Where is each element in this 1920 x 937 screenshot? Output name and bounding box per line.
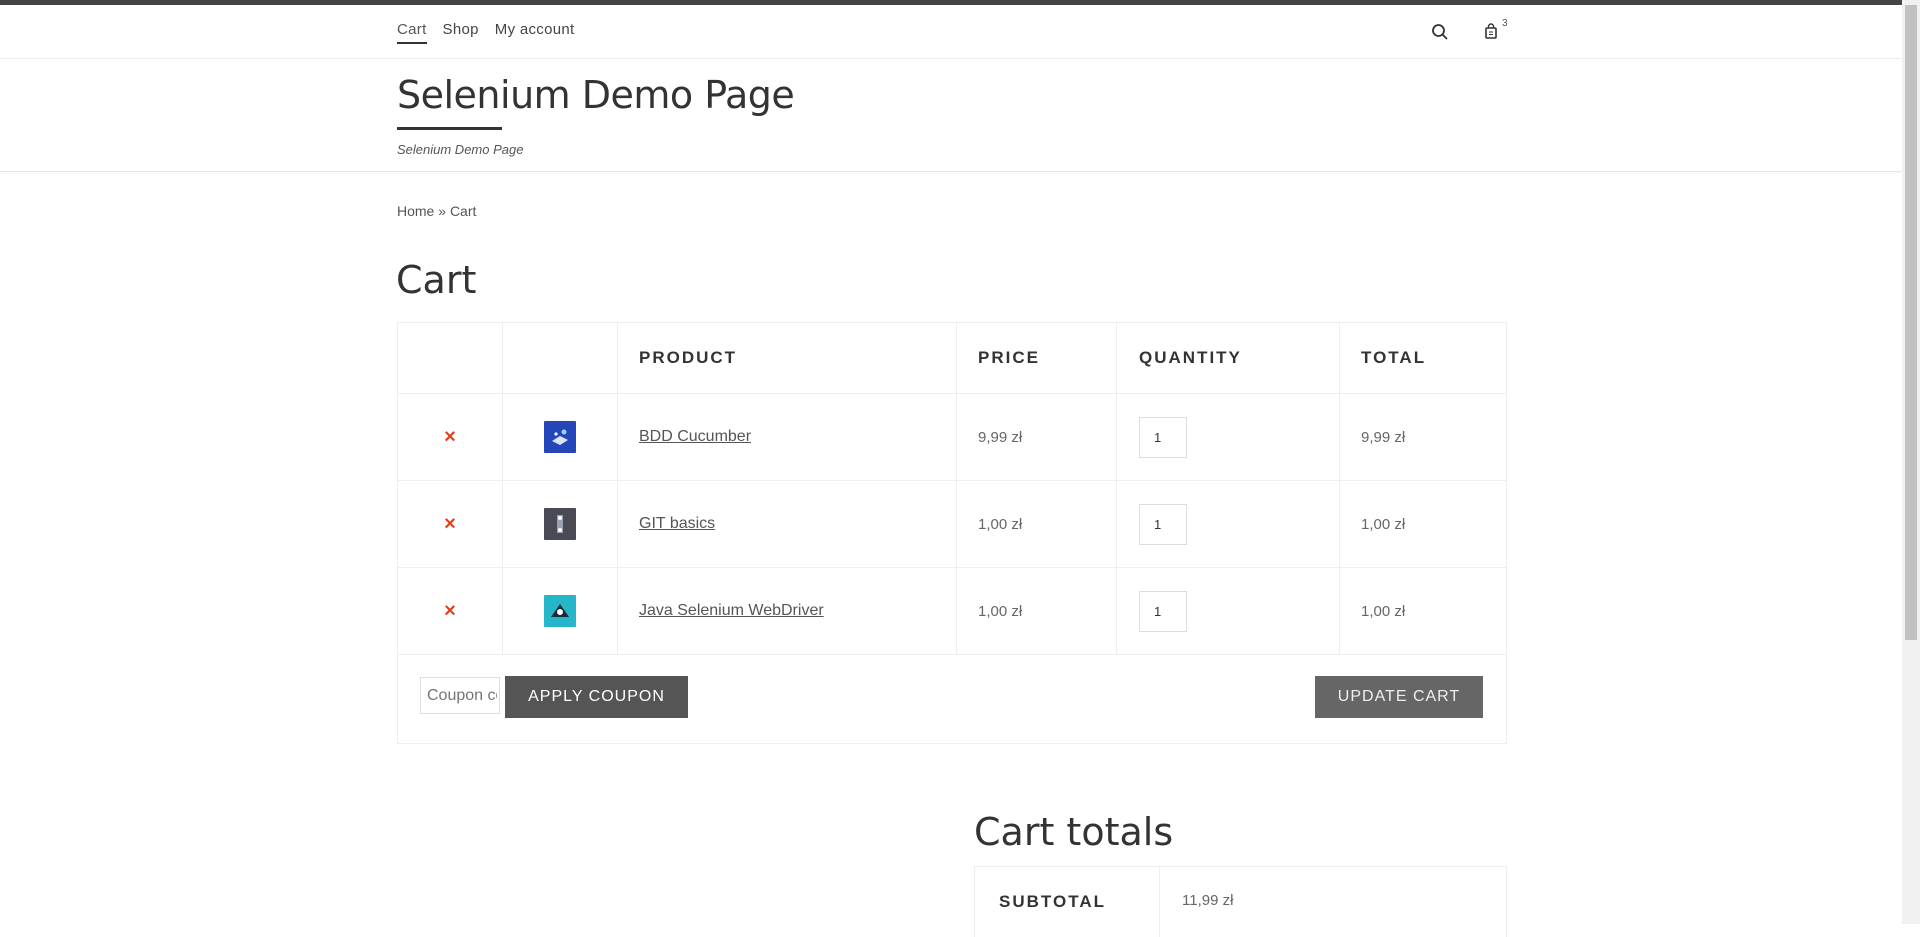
total-cell: 1,00 zł [1340, 481, 1506, 567]
remove-cell: × [398, 394, 503, 480]
breadcrumb-separator: » [438, 203, 447, 219]
product-price: 1,00 zł [978, 602, 1023, 620]
header-remove [398, 323, 503, 393]
product-cell: GIT basics [618, 481, 957, 567]
quantity-cell [1117, 481, 1340, 567]
product-thumbnail[interactable] [544, 508, 576, 540]
nav-link-my-account[interactable]: My account [495, 21, 575, 44]
total-cell: 9,99 zł [1340, 394, 1506, 480]
top-navigation: Cart Shop My account 3 [0, 5, 1902, 59]
product-total: 9,99 zł [1361, 428, 1406, 446]
quantity-cell [1117, 568, 1340, 654]
table-row: × Java Selenium WebDriver 1,00 zł 1,00 z… [398, 568, 1506, 655]
shopping-bag-icon[interactable] [1481, 22, 1501, 42]
title-underline [397, 127, 502, 130]
price-cell: 1,00 zł [957, 481, 1117, 567]
thumbnail-cell [503, 568, 618, 654]
site-tagline: Selenium Demo Page [397, 142, 524, 157]
vertical-scrollbar[interactable] [1902, 0, 1920, 924]
product-thumbnail[interactable] [544, 421, 576, 453]
header-thumbnail [503, 323, 618, 393]
table-header-row: PRODUCT PRICE QUANTITY TOTAL [398, 323, 1506, 394]
subtotal-value: 11,99 zł [1182, 892, 1234, 909]
search-icon[interactable] [1430, 22, 1450, 42]
product-thumbnail[interactable] [544, 595, 576, 627]
remove-cell: × [398, 481, 503, 567]
thumbnail-cell [503, 481, 618, 567]
product-link[interactable]: Java Selenium WebDriver [639, 602, 824, 620]
nav-link-cart[interactable]: Cart [397, 21, 427, 44]
price-cell: 9,99 zł [957, 394, 1117, 480]
product-price: 9,99 zł [978, 428, 1023, 446]
breadcrumb: Home » Cart [397, 203, 476, 219]
page-title: Cart [396, 258, 477, 302]
product-link[interactable]: BDD Cucumber [639, 428, 751, 446]
cart-count-badge: 3 [1502, 18, 1508, 29]
breadcrumb-current: Cart [449, 203, 477, 219]
quantity-input[interactable] [1139, 416, 1187, 458]
product-total: 1,00 zł [1361, 515, 1406, 533]
quantity-input[interactable] [1139, 503, 1187, 545]
header-product: PRODUCT [618, 323, 957, 393]
price-cell: 1,00 zł [957, 568, 1117, 654]
product-price: 1,00 zł [978, 515, 1023, 533]
apply-coupon-button[interactable]: APPLY COUPON [505, 676, 688, 718]
product-cell: Java Selenium WebDriver [618, 568, 957, 654]
cart-totals-title: Cart totals [974, 810, 1174, 854]
nav-links: Cart Shop My account [397, 21, 574, 44]
remove-item-icon[interactable]: × [444, 513, 456, 536]
total-cell: 1,00 zł [1340, 568, 1506, 654]
nav-link-shop[interactable]: Shop [443, 21, 479, 44]
scrollbar-thumb[interactable] [1905, 5, 1917, 640]
coupon-input[interactable] [420, 677, 500, 714]
site-title[interactable]: Selenium Demo Page [397, 73, 795, 117]
table-row: × BDD Cucumber 9,99 zł 9,99 zł [398, 394, 1506, 481]
cart-totals-table: SUBTOTAL 11,99 zł [974, 866, 1507, 937]
subtotal-label: SUBTOTAL [975, 867, 1160, 937]
remove-cell: × [398, 568, 503, 654]
product-link[interactable]: GIT basics [639, 515, 715, 533]
header-total: TOTAL [1361, 348, 1427, 367]
quantity-cell [1117, 394, 1340, 480]
thumbnail-cell [503, 394, 618, 480]
product-cell: BDD Cucumber [618, 394, 957, 480]
update-cart-button[interactable]: UPDATE CART [1315, 676, 1483, 718]
site-header: Selenium Demo Page Selenium Demo Page [0, 59, 1902, 172]
cart-table: PRODUCT PRICE QUANTITY TOTAL × BDD Cucum… [397, 322, 1507, 744]
table-row: × GIT basics 1,00 zł 1,00 zł [398, 481, 1506, 568]
quantity-input[interactable] [1139, 590, 1187, 632]
header-quantity: QUANTITY [1117, 323, 1340, 393]
header-price: PRICE [957, 323, 1117, 393]
remove-item-icon[interactable]: × [444, 600, 456, 623]
product-total: 1,00 zł [1361, 602, 1406, 620]
remove-item-icon[interactable]: × [444, 426, 456, 449]
cart-actions-row: APPLY COUPON UPDATE CART [398, 655, 1506, 743]
breadcrumb-home[interactable]: Home [397, 203, 434, 219]
